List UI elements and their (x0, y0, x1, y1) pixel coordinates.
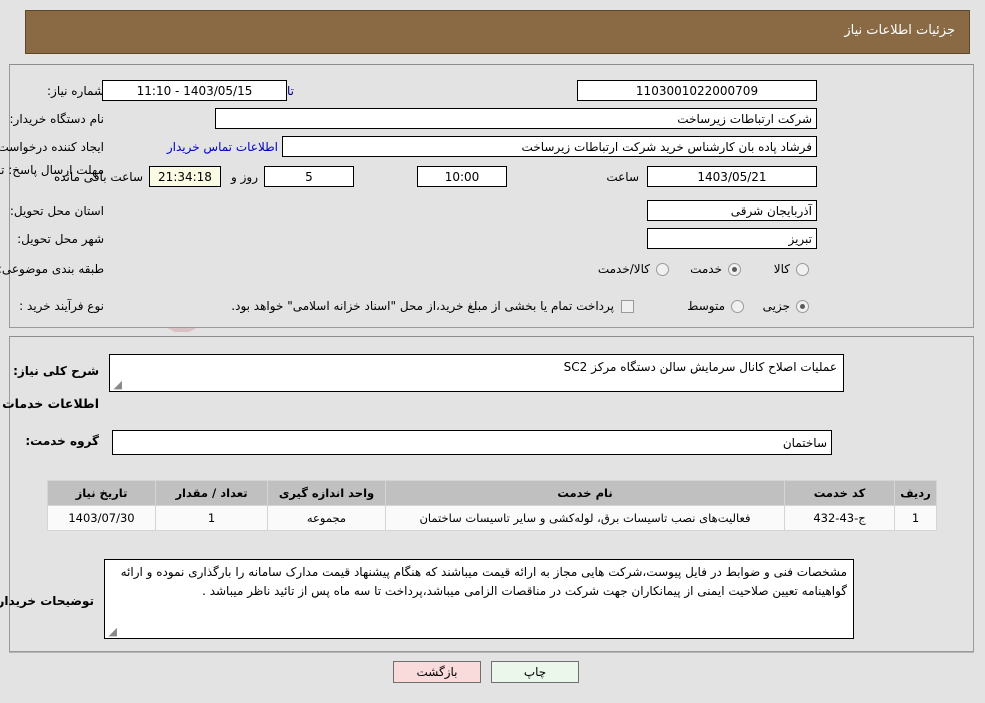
description-label: شرح کلی نیاز: (14, 364, 100, 378)
cell-code: ج-43-432 (785, 505, 896, 531)
treasury-bonds-checkbox[interactable] (622, 300, 635, 313)
deadline-days-value: 5 (265, 166, 355, 187)
table-row: 1 ج-43-432 فعالیت‌های نصب تاسیسات برق، ل… (48, 505, 938, 531)
cell-row: 1 (895, 505, 938, 531)
page-title: جزئیات اطلاعات نیاز (845, 23, 956, 38)
buyer-notes-textarea[interactable]: مشخصات فنی و ضوابط در فایل پیوست،شرکت ها… (105, 559, 855, 639)
description-value: عملیات اصلاح کانال سرمایش سالن دستگاه مر… (564, 360, 838, 374)
print-button[interactable]: چاپ (492, 661, 580, 683)
city-label: شهر محل تحویل: (18, 232, 105, 246)
table-header-row: ردیف کد خدمت نام خدمت واحد اندازه گیری ت… (48, 480, 938, 506)
cell-name: فعالیت‌های نصب تاسیسات برق، لوله‌کشی و س… (386, 505, 786, 531)
province-label: استان محل تحویل: (10, 204, 105, 218)
deadline-countdown-value: 21:34:18 (150, 166, 222, 187)
treasury-bonds-label: پرداخت تمام یا بخشی از مبلغ خرید،از محل … (232, 299, 615, 313)
province-value: آذربایجان شرقی (648, 200, 818, 221)
purchase-type-radio-motavasset[interactable] (732, 300, 745, 313)
table-col-name: نام خدمت (386, 480, 786, 506)
deadline-days-label: روز و (232, 170, 259, 184)
category-label: طبقه بندی موضوعی: (0, 262, 105, 276)
page-header-bar: جزئیات اطلاعات نیاز (26, 10, 971, 54)
buyer-org-label: نام دستگاه خریدار: (10, 112, 106, 126)
buyer-notes-label: توضیحات خریدار: (0, 594, 95, 608)
purchase-type-radio-jozii[interactable] (797, 300, 810, 313)
deadline-date-value: 1403/05/21 (648, 166, 818, 187)
table-col-unit: واحد اندازه گیری (268, 480, 387, 506)
buyer-contact-link[interactable]: اطلاعات تماس خریدار (168, 140, 279, 154)
deadline-time-value: 10:00 (418, 166, 508, 187)
creator-value: فرشاد پاده بان کارشناس خرید شرکت ارتباطا… (283, 136, 818, 157)
bottom-divider (10, 652, 975, 653)
table-col-code: کد خدمت (785, 480, 896, 506)
purchase-type-label: نوع فرآیند خرید : (20, 299, 105, 313)
service-group-value: ساختمان (113, 430, 833, 455)
services-section-title: اطلاعات خدمات مورد نیاز (0, 396, 100, 411)
purchase-type-option-label-0: جزیی (763, 299, 791, 313)
resize-grip-icon[interactable]: ◢ (113, 379, 123, 390)
category-radio-kala-khedmat[interactable] (657, 263, 670, 276)
services-table: ردیف کد خدمت نام خدمت واحد اندازه گیری ت… (48, 480, 938, 531)
deadline-time-label: ساعت (607, 170, 640, 184)
table-col-row: ردیف (895, 480, 938, 506)
cell-unit: مجموعه (268, 505, 387, 531)
need-number-label: شماره نیاز: (48, 84, 105, 98)
category-option-label-1: خدمت (691, 262, 723, 276)
back-button[interactable]: بازگشت (394, 661, 482, 683)
need-number-value: 1103001022000709 (578, 80, 818, 101)
buyer-org-value: شرکت ارتباطات زیرساخت (216, 108, 818, 129)
need-info-panel (10, 64, 975, 328)
description-textarea[interactable]: عملیات اصلاح کانال سرمایش سالن دستگاه مر… (110, 354, 845, 392)
category-radio-khedmat[interactable] (729, 263, 742, 276)
category-option-label-0: کالا (774, 262, 791, 276)
cell-qty: 1 (156, 505, 269, 531)
table-col-qty: تعداد / مقدار (156, 480, 269, 506)
deadline-remaining-label: ساعت باقی مانده (54, 170, 144, 184)
cell-date: 1403/07/30 (48, 505, 157, 531)
purchase-type-option-label-1: متوسط (688, 299, 726, 313)
page-root: ArtaTender.net جزئیات اطلاعات نیاز شماره… (0, 0, 985, 703)
service-group-label: گروه خدمت: (26, 434, 100, 448)
category-radio-kala[interactable] (797, 263, 810, 276)
buyer-notes-value: مشخصات فنی و ضوابط در فایل پیوست،شرکت ها… (121, 565, 848, 598)
table-col-date: تاریخ نیاز (48, 480, 157, 506)
creator-label: ایجاد کننده درخواست: (0, 140, 105, 154)
announce-datetime-value: 1403/05/15 - 11:10 (103, 80, 288, 101)
category-option-label-2: کالا/خدمت (598, 262, 651, 276)
resize-grip-icon-notes[interactable]: ◢ (108, 626, 118, 637)
city-value: تبریز (648, 228, 818, 249)
